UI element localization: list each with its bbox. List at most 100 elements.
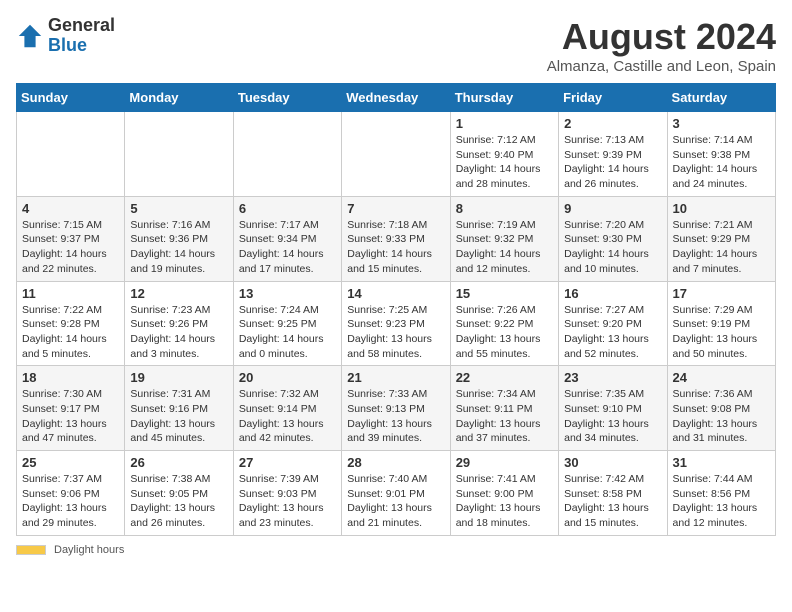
calendar-cell: 7 Sunrise: 7:18 AM Sunset: 9:33 PM Daylig… xyxy=(342,196,450,281)
daylight-label: Daylight hours xyxy=(54,544,124,556)
calendar-week-row: 25 Sunrise: 7:37 AM Sunset: 9:06 PM Dayli… xyxy=(17,451,776,536)
calendar-cell: 8 Sunrise: 7:19 AM Sunset: 9:32 PM Daylig… xyxy=(450,196,558,281)
day-detail: Sunrise: 7:18 AM Sunset: 9:33 PM Dayligh… xyxy=(347,218,444,277)
day-number: 19 xyxy=(130,370,227,385)
day-number: 26 xyxy=(130,455,227,470)
calendar-cell: 16Sunrise: 7:27 AM Sunset: 9:20 PM Dayli… xyxy=(559,281,667,366)
weekday-header: Saturday xyxy=(667,84,775,112)
day-number: 22 xyxy=(456,370,553,385)
weekday-header: Friday xyxy=(559,84,667,112)
day-detail: Sunrise: 7:39 AM Sunset: 9:03 PM Dayligh… xyxy=(239,472,336,531)
calendar-cell: 22 Sunrise: 7:34 AM Sunset: 9:11 PM Dayli… xyxy=(450,366,558,451)
calendar-table: SundayMondayTuesdayWednesdayThursdayFrid… xyxy=(16,83,776,536)
day-number: 7 xyxy=(347,201,444,216)
day-number: 12 xyxy=(130,286,227,301)
weekday-header: Thursday xyxy=(450,84,558,112)
day-number: 9 xyxy=(564,201,661,216)
calendar-week-row: 1Sunrise: 7:12 AM Sunset: 9:40 PM Daylig… xyxy=(17,112,776,197)
day-detail: Sunrise: 7:33 AM Sunset: 9:13 PM Dayligh… xyxy=(347,387,444,446)
day-detail: Sunrise: 7:22 AM Sunset: 9:28 PM Dayligh… xyxy=(22,303,119,362)
day-number: 3 xyxy=(673,116,770,131)
calendar-week-row: 18 Sunrise: 7:30 AM Sunset: 9:17 PM Dayli… xyxy=(17,366,776,451)
day-detail: Sunrise: 7:16 AM Sunset: 9:36 PM Dayligh… xyxy=(130,218,227,277)
day-number: 24 xyxy=(673,370,770,385)
calendar-cell xyxy=(125,112,233,197)
calendar-cell: 19 Sunrise: 7:31 AM Sunset: 9:16 PM Dayli… xyxy=(125,366,233,451)
calendar-cell: 30 Sunrise: 7:42 AM Sunset: 8:58 PM Dayli… xyxy=(559,451,667,536)
calendar-cell: 28Sunrise: 7:40 AM Sunset: 9:01 PM Dayli… xyxy=(342,451,450,536)
day-detail: Sunrise: 7:25 AM Sunset: 9:23 PM Dayligh… xyxy=(347,303,444,362)
day-number: 8 xyxy=(456,201,553,216)
day-number: 21 xyxy=(347,370,444,385)
calendar-cell: 14Sunrise: 7:25 AM Sunset: 9:23 PM Dayli… xyxy=(342,281,450,366)
calendar-cell: 31 Sunrise: 7:44 AM Sunset: 8:56 PM Dayli… xyxy=(667,451,775,536)
day-detail: Sunrise: 7:42 AM Sunset: 8:58 PM Dayligh… xyxy=(564,472,661,531)
day-detail: Sunrise: 7:29 AM Sunset: 9:19 PM Dayligh… xyxy=(673,303,770,362)
title-area: August 2024 Almanza, Castille and Leon, … xyxy=(547,16,776,75)
day-detail: Sunrise: 7:23 AM Sunset: 9:26 PM Dayligh… xyxy=(130,303,227,362)
logo-general: General xyxy=(48,15,115,35)
day-detail: Sunrise: 7:19 AM Sunset: 9:32 PM Dayligh… xyxy=(456,218,553,277)
day-detail: Sunrise: 7:34 AM Sunset: 9:11 PM Dayligh… xyxy=(456,387,553,446)
day-number: 4 xyxy=(22,201,119,216)
calendar-cell: 17 Sunrise: 7:29 AM Sunset: 9:19 PM Dayli… xyxy=(667,281,775,366)
calendar-cell: 2Sunrise: 7:13 AM Sunset: 9:39 PM Daylig… xyxy=(559,112,667,197)
day-detail: Sunrise: 7:37 AM Sunset: 9:06 PM Dayligh… xyxy=(22,472,119,531)
calendar-cell: 27Sunrise: 7:39 AM Sunset: 9:03 PM Dayli… xyxy=(233,451,341,536)
calendar-cell: 15Sunrise: 7:26 AM Sunset: 9:22 PM Dayli… xyxy=(450,281,558,366)
day-number: 17 xyxy=(673,286,770,301)
day-detail: Sunrise: 7:17 AM Sunset: 9:34 PM Dayligh… xyxy=(239,218,336,277)
day-number: 25 xyxy=(22,455,119,470)
calendar-cell: 29Sunrise: 7:41 AM Sunset: 9:00 PM Dayli… xyxy=(450,451,558,536)
calendar-cell xyxy=(17,112,125,197)
calendar-cell: 20Sunrise: 7:32 AM Sunset: 9:14 PM Dayli… xyxy=(233,366,341,451)
day-number: 18 xyxy=(22,370,119,385)
calendar-cell: 25 Sunrise: 7:37 AM Sunset: 9:06 PM Dayli… xyxy=(17,451,125,536)
logo-icon xyxy=(16,22,44,50)
day-detail: Sunrise: 7:30 AM Sunset: 9:17 PM Dayligh… xyxy=(22,387,119,446)
calendar-header: SundayMondayTuesdayWednesdayThursdayFrid… xyxy=(17,84,776,112)
day-number: 28 xyxy=(347,455,444,470)
day-number: 15 xyxy=(456,286,553,301)
calendar-cell: 21 Sunrise: 7:33 AM Sunset: 9:13 PM Dayli… xyxy=(342,366,450,451)
day-detail: Sunrise: 7:32 AM Sunset: 9:14 PM Dayligh… xyxy=(239,387,336,446)
calendar-cell: 13Sunrise: 7:24 AM Sunset: 9:25 PM Dayli… xyxy=(233,281,341,366)
day-detail: Sunrise: 7:44 AM Sunset: 8:56 PM Dayligh… xyxy=(673,472,770,531)
calendar-cell: 18 Sunrise: 7:30 AM Sunset: 9:17 PM Dayli… xyxy=(17,366,125,451)
calendar-cell: 6 Sunrise: 7:17 AM Sunset: 9:34 PM Daylig… xyxy=(233,196,341,281)
calendar-cell: 1Sunrise: 7:12 AM Sunset: 9:40 PM Daylig… xyxy=(450,112,558,197)
day-detail: Sunrise: 7:31 AM Sunset: 9:16 PM Dayligh… xyxy=(130,387,227,446)
calendar-week-row: 11 Sunrise: 7:22 AM Sunset: 9:28 PM Dayli… xyxy=(17,281,776,366)
day-detail: Sunrise: 7:35 AM Sunset: 9:10 PM Dayligh… xyxy=(564,387,661,446)
day-number: 30 xyxy=(564,455,661,470)
weekday-header: Monday xyxy=(125,84,233,112)
calendar-week-row: 4 Sunrise: 7:15 AM Sunset: 9:37 PM Daylig… xyxy=(17,196,776,281)
logo-blue: Blue xyxy=(48,35,87,55)
calendar-cell: 4 Sunrise: 7:15 AM Sunset: 9:37 PM Daylig… xyxy=(17,196,125,281)
daylight-bar-icon xyxy=(16,545,46,555)
day-detail: Sunrise: 7:14 AM Sunset: 9:38 PM Dayligh… xyxy=(673,133,770,192)
day-number: 11 xyxy=(22,286,119,301)
day-number: 5 xyxy=(130,201,227,216)
day-number: 6 xyxy=(239,201,336,216)
page-subtitle: Almanza, Castille and Leon, Spain xyxy=(547,58,776,75)
day-detail: Sunrise: 7:12 AM Sunset: 9:40 PM Dayligh… xyxy=(456,133,553,192)
day-detail: Sunrise: 7:38 AM Sunset: 9:05 PM Dayligh… xyxy=(130,472,227,531)
calendar-cell: 5 Sunrise: 7:16 AM Sunset: 9:36 PM Daylig… xyxy=(125,196,233,281)
calendar-cell: 26 Sunrise: 7:38 AM Sunset: 9:05 PM Dayli… xyxy=(125,451,233,536)
day-detail: Sunrise: 7:24 AM Sunset: 9:25 PM Dayligh… xyxy=(239,303,336,362)
calendar-cell xyxy=(342,112,450,197)
weekday-header: Wednesday xyxy=(342,84,450,112)
calendar-cell: 3 Sunrise: 7:14 AM Sunset: 9:38 PM Daylig… xyxy=(667,112,775,197)
calendar-cell: 9Sunrise: 7:20 AM Sunset: 9:30 PM Daylig… xyxy=(559,196,667,281)
day-number: 31 xyxy=(673,455,770,470)
day-detail: Sunrise: 7:21 AM Sunset: 9:29 PM Dayligh… xyxy=(673,218,770,277)
day-number: 16 xyxy=(564,286,661,301)
weekday-header: Sunday xyxy=(17,84,125,112)
logo: General Blue xyxy=(16,16,115,56)
calendar-cell: 23Sunrise: 7:35 AM Sunset: 9:10 PM Dayli… xyxy=(559,366,667,451)
day-detail: Sunrise: 7:15 AM Sunset: 9:37 PM Dayligh… xyxy=(22,218,119,277)
day-number: 29 xyxy=(456,455,553,470)
page-title: August 2024 xyxy=(547,16,776,58)
calendar-cell: 12 Sunrise: 7:23 AM Sunset: 9:26 PM Dayli… xyxy=(125,281,233,366)
